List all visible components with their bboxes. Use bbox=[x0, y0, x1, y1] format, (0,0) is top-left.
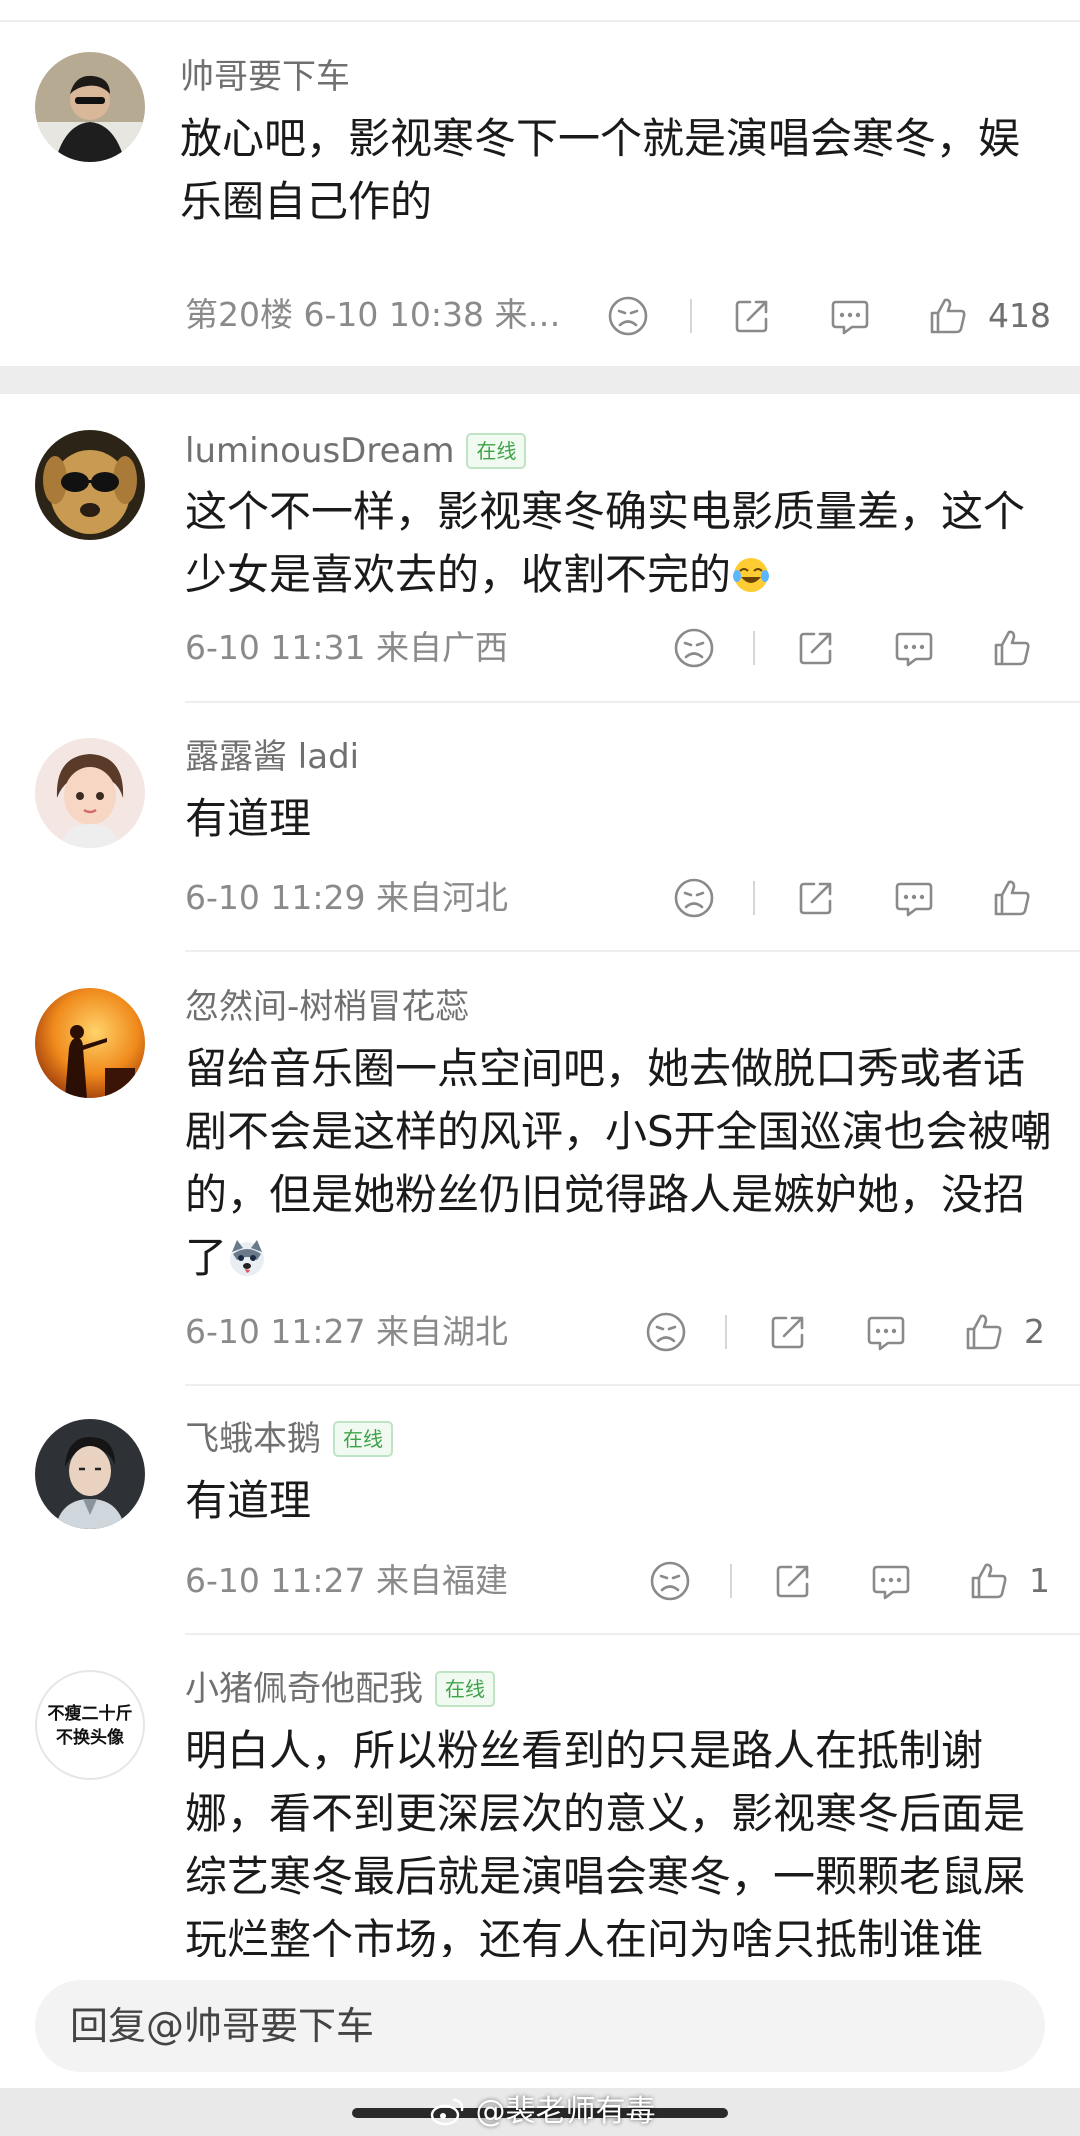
action-divider bbox=[725, 1315, 727, 1349]
dislike-icon[interactable] bbox=[672, 626, 716, 670]
top-divider bbox=[0, 20, 1080, 22]
comment-divider bbox=[185, 1633, 1080, 1635]
like-count: 1 bbox=[1029, 1561, 1050, 1600]
reply-placeholder: 回复@帅哥要下车 bbox=[70, 2004, 375, 2048]
like-icon[interactable] bbox=[990, 876, 1034, 920]
watermark: @裴老师有毒 bbox=[430, 2092, 656, 2132]
share-icon[interactable] bbox=[794, 626, 838, 670]
online-badge: 在线 bbox=[435, 1671, 495, 1707]
comment-divider bbox=[185, 1384, 1080, 1386]
comment-icon[interactable] bbox=[828, 294, 872, 338]
avatar[interactable] bbox=[35, 430, 145, 540]
comment-divider bbox=[185, 950, 1080, 952]
like-icon[interactable] bbox=[990, 626, 1034, 670]
comment-meta: 6-10 11:31 来自广西 bbox=[185, 628, 508, 667]
comment-icon[interactable] bbox=[869, 1559, 913, 1603]
avatar[interactable] bbox=[35, 738, 145, 848]
comment-text: 留给音乐圈一点空间吧，她去做脱口秀或者话剧不会是这样的风评，小S开全国巡演也会被… bbox=[185, 1044, 1052, 1282]
username[interactable]: 飞蛾本鹅 bbox=[185, 1419, 321, 1459]
comment-meta: 6-10 11:27 来自湖北 bbox=[185, 1312, 508, 1351]
comment-icon[interactable] bbox=[864, 1310, 908, 1354]
comment-text: 有道理 bbox=[185, 1476, 312, 1525]
username-row: luminousDream 在线 bbox=[185, 431, 527, 471]
comment-meta: 6-10 11:27 来自福建 bbox=[185, 1561, 508, 1600]
like-icon[interactable] bbox=[926, 294, 970, 338]
online-badge: 在线 bbox=[466, 433, 527, 469]
action-divider bbox=[690, 299, 692, 333]
share-icon[interactable] bbox=[766, 1310, 810, 1354]
username[interactable]: 忽然间-树梢冒花蕊 bbox=[185, 987, 469, 1027]
avatar-text: 不瘦二十斤 不换头像 bbox=[47, 1704, 133, 1748]
action-divider bbox=[753, 631, 755, 665]
weibo-logo-icon bbox=[430, 2098, 464, 2126]
section-separator bbox=[0, 366, 1080, 394]
username-row: 小猪佩奇他配我 在线 bbox=[185, 1669, 495, 1709]
comment-text: 放心吧，影视寒冬下一个就是演唱会寒冬，娱乐圈自己作的 bbox=[180, 114, 1021, 226]
comment-divider bbox=[185, 701, 1080, 703]
like-icon[interactable] bbox=[962, 1310, 1006, 1354]
like-icon[interactable] bbox=[967, 1559, 1011, 1603]
comment-icon[interactable] bbox=[892, 626, 936, 670]
comment-text: 这个不一样，影视寒冬确实电影质量差，这个少女是喜欢去的，收割不完的 bbox=[185, 487, 1026, 599]
avatar[interactable]: 不瘦二十斤 不换头像 bbox=[35, 1670, 145, 1780]
avatar[interactable] bbox=[35, 988, 145, 1098]
comment-meta: 6-10 11:29 来自河北 bbox=[185, 878, 508, 917]
comment-text: 明白人，所以粉丝看到的只是路人在抵制谢娜，看不到更深层次的意义，影视寒冬后面是综… bbox=[185, 1726, 1026, 1957]
dislike-icon[interactable] bbox=[648, 1559, 692, 1603]
share-icon[interactable] bbox=[794, 876, 838, 920]
username[interactable]: 帅哥要下车 bbox=[180, 57, 350, 97]
like-count: 418 bbox=[988, 296, 1051, 335]
username[interactable]: 小猪佩奇他配我 bbox=[185, 1669, 423, 1709]
like-count: 2 bbox=[1024, 1312, 1045, 1351]
username[interactable]: luminousDream bbox=[185, 431, 454, 471]
action-divider bbox=[730, 1564, 732, 1598]
comment-meta: 第20楼 6-10 10:38 来… bbox=[185, 295, 561, 334]
share-icon[interactable] bbox=[730, 294, 774, 338]
username[interactable]: 露露酱 ladi bbox=[185, 737, 359, 777]
husky-emoji-icon bbox=[230, 1240, 265, 1276]
comment-icon[interactable] bbox=[892, 876, 936, 920]
share-icon[interactable] bbox=[771, 1559, 815, 1603]
dislike-icon[interactable] bbox=[672, 876, 716, 920]
dislike-icon[interactable] bbox=[644, 1310, 688, 1354]
avatar[interactable] bbox=[35, 52, 145, 162]
laugh-cry-emoji-icon bbox=[733, 558, 770, 592]
avatar[interactable] bbox=[35, 1419, 145, 1529]
online-badge: 在线 bbox=[333, 1421, 393, 1457]
comment-text: 有道理 bbox=[185, 794, 312, 843]
username-row: 飞蛾本鹅 在线 bbox=[185, 1419, 393, 1459]
action-divider bbox=[753, 881, 755, 915]
dislike-icon[interactable] bbox=[606, 294, 650, 338]
